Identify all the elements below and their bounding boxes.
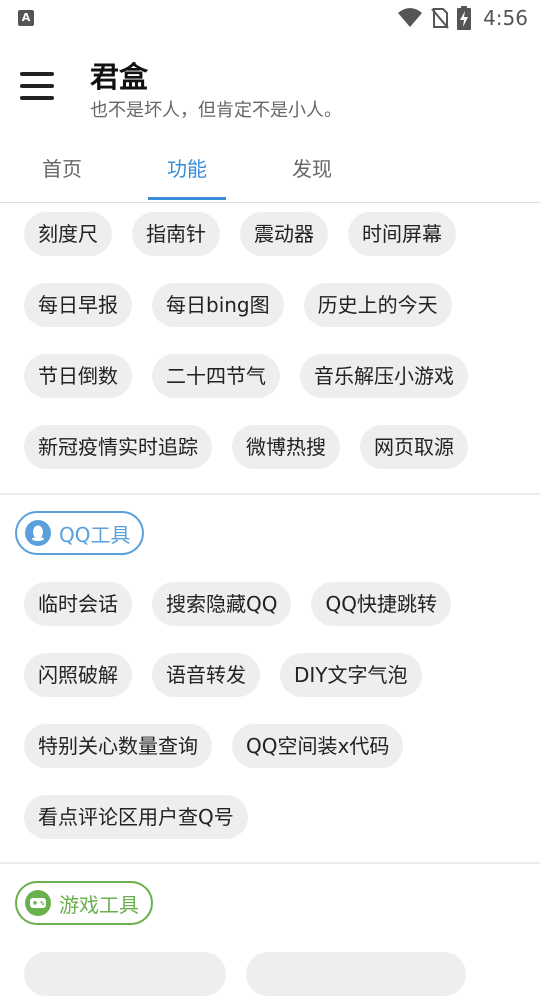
active-tab-indicator bbox=[148, 197, 226, 200]
qq-tool-chip[interactable]: QQ空间装x代码 bbox=[232, 724, 404, 768]
tool-chip[interactable]: 刻度尺 bbox=[24, 212, 112, 256]
no-sim-icon bbox=[431, 8, 449, 29]
game-tools-header[interactable]: 游戏工具 bbox=[15, 881, 153, 925]
game-tool-chip[interactable] bbox=[24, 952, 226, 996]
battery-charging-icon bbox=[457, 6, 472, 30]
qq-tool-chip[interactable]: 看点评论区用户查Q号 bbox=[24, 795, 248, 839]
tab-bar: 首页 功能 发现 bbox=[0, 140, 540, 203]
app-subtitle: 也不是坏人，但肯定不是小人。 bbox=[90, 100, 342, 121]
qq-penguin-icon bbox=[25, 520, 51, 546]
qq-tool-chip[interactable]: 语音转发 bbox=[152, 653, 260, 697]
qq-tool-row: 看点评论区用户查Q号 bbox=[24, 795, 248, 839]
app-title: 君盒 bbox=[90, 60, 149, 94]
qq-tools-header[interactable]: QQ工具 bbox=[15, 511, 145, 555]
qq-tool-chip[interactable]: 搜索隐藏QQ bbox=[152, 582, 292, 626]
tab-discover[interactable]: 发现 bbox=[280, 140, 344, 200]
section-divider bbox=[0, 862, 540, 864]
tool-chip[interactable]: 新冠疫情实时追踪 bbox=[24, 425, 212, 469]
gamepad-icon bbox=[25, 890, 51, 916]
qq-tool-row: 特别关心数量查询 QQ空间装x代码 bbox=[24, 724, 404, 768]
tool-chip[interactable]: 历史上的今天 bbox=[303, 283, 452, 327]
tab-features[interactable]: 功能 bbox=[148, 140, 226, 200]
tool-chip[interactable]: 二十四节气 bbox=[152, 354, 280, 398]
tool-chip[interactable]: 指南针 bbox=[132, 212, 220, 256]
qq-tool-chip[interactable]: 特别关心数量查询 bbox=[24, 724, 212, 768]
qq-tool-chip[interactable]: 闪照破解 bbox=[24, 653, 132, 697]
wifi-icon bbox=[398, 8, 423, 27]
qq-tools-label: QQ工具 bbox=[59, 522, 131, 547]
tool-chip[interactable]: 节日倒数 bbox=[24, 354, 132, 398]
app-bar: 君盒 也不是坏人，但肯定不是小人。 bbox=[0, 36, 540, 136]
qq-tool-row: 临时会话 搜索隐藏QQ QQ快捷跳转 bbox=[24, 582, 451, 626]
tool-chip[interactable]: 网页取源 bbox=[360, 425, 468, 469]
section-divider bbox=[0, 493, 540, 495]
qq-tool-chip[interactable]: DIY文字气泡 bbox=[280, 653, 422, 697]
status-time: 4:56 bbox=[483, 6, 528, 30]
tool-chip[interactable]: 每日早报 bbox=[24, 283, 132, 327]
tool-chip[interactable]: 音乐解压小游戏 bbox=[300, 354, 468, 398]
tool-chip[interactable]: 时间屏幕 bbox=[348, 212, 456, 256]
game-tool-chip[interactable] bbox=[246, 952, 466, 996]
app-notification-icon: A bbox=[18, 10, 34, 26]
tool-chip[interactable]: 每日bing图 bbox=[152, 283, 284, 327]
tool-chip[interactable]: 震动器 bbox=[240, 212, 328, 256]
status-bar: A 4:56 bbox=[0, 0, 540, 36]
qq-tool-chip[interactable]: QQ快捷跳转 bbox=[311, 582, 451, 626]
qq-tool-chip[interactable]: 临时会话 bbox=[24, 582, 132, 626]
tool-row: 每日早报 每日bing图 历史上的今天 bbox=[24, 283, 452, 327]
tool-row: 新冠疫情实时追踪 微博热搜 网页取源 bbox=[24, 425, 468, 469]
menu-icon[interactable] bbox=[20, 72, 54, 100]
tab-home[interactable]: 首页 bbox=[30, 140, 94, 200]
qq-tool-row: 闪照破解 语音转发 DIY文字气泡 bbox=[24, 653, 422, 697]
tool-row: 刻度尺 指南针 震动器 时间屏幕 bbox=[24, 212, 456, 256]
tool-row: 节日倒数 二十四节气 音乐解压小游戏 bbox=[24, 354, 468, 398]
tool-chip[interactable]: 微博热搜 bbox=[232, 425, 340, 469]
game-tools-label: 游戏工具 bbox=[59, 892, 139, 917]
